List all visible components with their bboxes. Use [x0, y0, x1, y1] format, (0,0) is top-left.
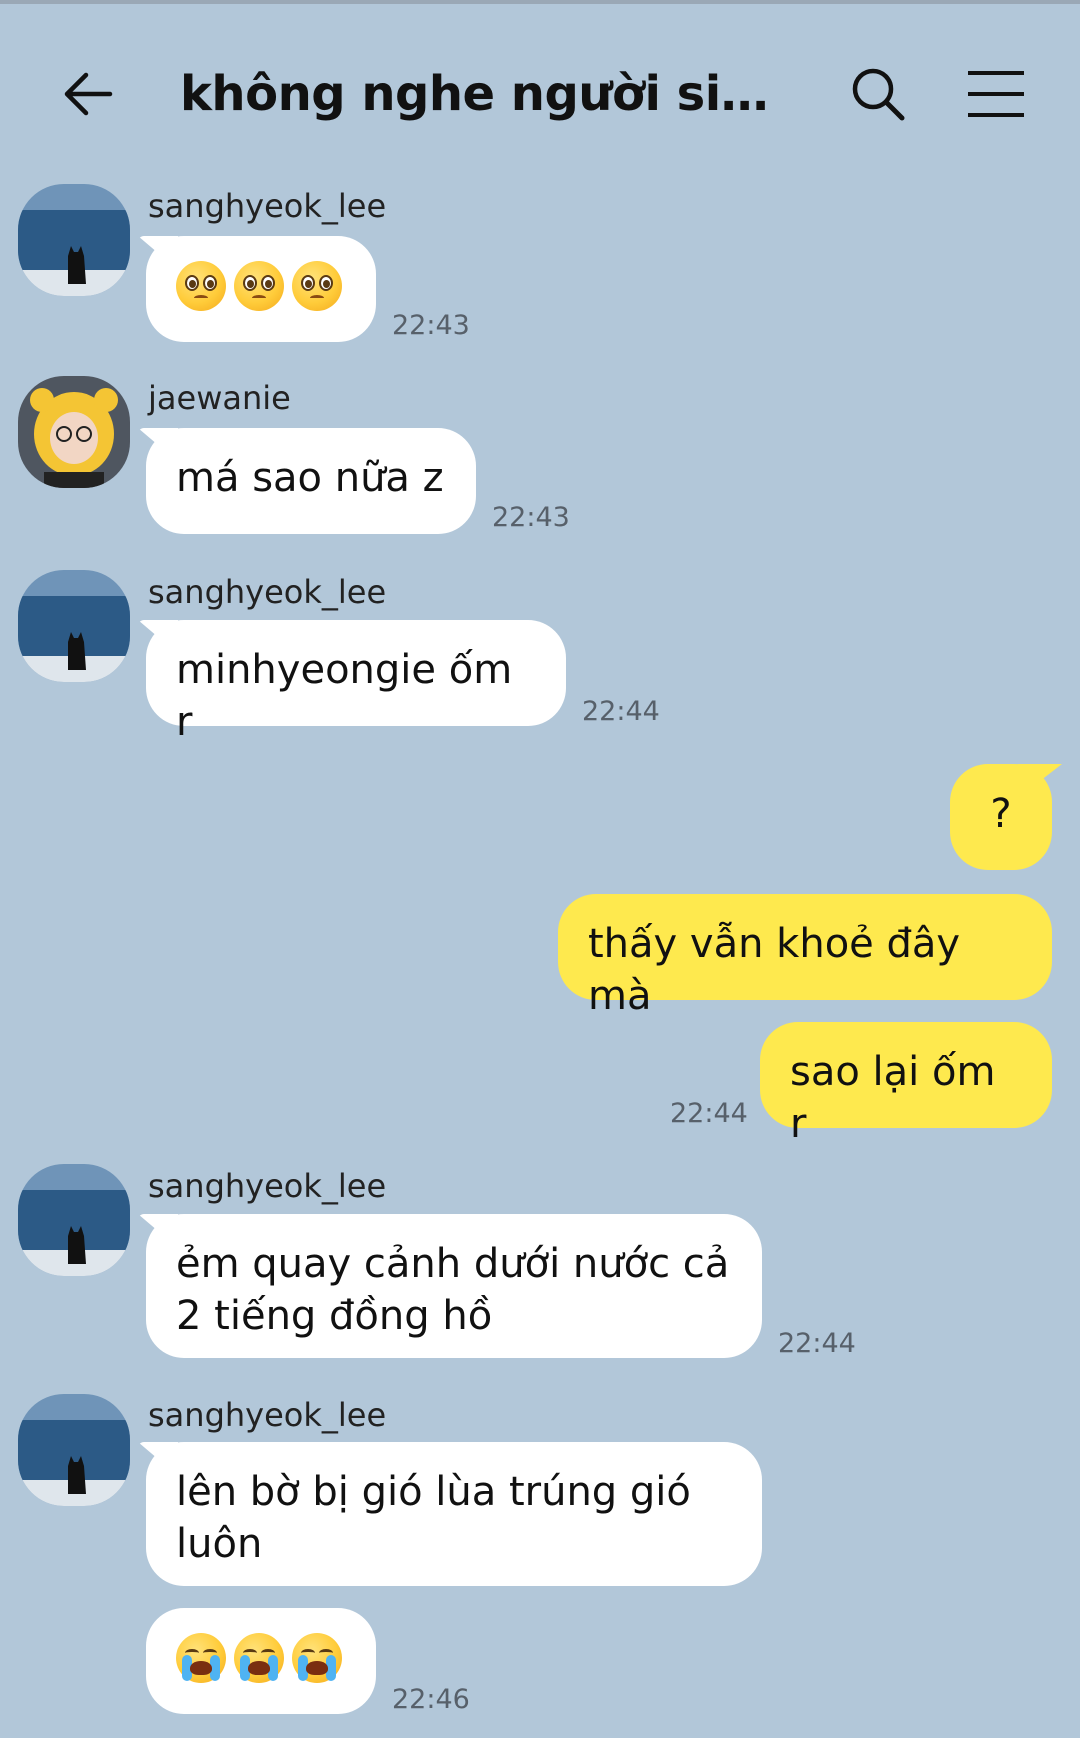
message-bubble[interactable]: lên bờ bị gió lùa trúng gió luôn [146, 1442, 762, 1586]
message-text: minhyeongie ốm r [176, 647, 513, 745]
message-text: sao lại ốm r [790, 1049, 996, 1147]
message-text-line: ẻm quay cảnh dưới nước cả [176, 1241, 730, 1287]
avatar-person-image [18, 376, 130, 488]
avatar[interactable] [18, 376, 130, 488]
message-text-line: lên bờ bị gió lùa trúng gió [176, 1469, 691, 1515]
avatar[interactable] [18, 1394, 130, 1506]
message-time: 22:44 [670, 1098, 748, 1129]
chat-header: không nghe người simp... [0, 4, 1080, 164]
emoji-row [176, 260, 346, 312]
loudly-crying-face-icon [234, 1633, 284, 1683]
message-text: ? [990, 791, 1012, 837]
message-time: 22:44 [582, 696, 660, 727]
message-time: 22:43 [492, 502, 570, 533]
message-text-line: luôn [176, 1521, 263, 1567]
sender-name: sanghyeok_lee [148, 573, 387, 611]
avatar[interactable] [18, 570, 130, 682]
sender-name: jaewanie [148, 379, 291, 417]
message-time: 22:44 [778, 1328, 856, 1359]
message-bubble-outgoing[interactable]: thấy vẫn khoẻ đây mà [558, 894, 1052, 1019]
pleading-face-icon [176, 261, 226, 311]
loudly-crying-face-icon [292, 1633, 342, 1683]
message-text: má sao nữa z [176, 455, 444, 501]
message-bubble-outgoing[interactable]: ? [950, 764, 1052, 870]
back-button[interactable] [50, 56, 126, 132]
message-text-line: 2 tiếng đồng hồ [176, 1293, 493, 1339]
chat-title: không nghe người simp... [180, 66, 800, 122]
pleading-face-icon [292, 261, 342, 311]
emoji-row [176, 1632, 346, 1684]
message-bubble[interactable] [146, 1608, 376, 1714]
sender-name: sanghyeok_lee [148, 187, 387, 225]
loudly-crying-face-icon [176, 1633, 226, 1683]
message-bubble[interactable]: minhyeongie ốm r [146, 620, 566, 745]
message-bubble[interactable]: má sao nữa z [146, 428, 476, 534]
avatar[interactable] [18, 1164, 130, 1276]
sender-name: sanghyeok_lee [148, 1396, 387, 1434]
message-bubble[interactable] [146, 236, 376, 342]
hamburger-menu-icon [968, 71, 1024, 117]
sender-name: sanghyeok_lee [148, 1167, 387, 1205]
avatar-sea-cat-image [18, 570, 130, 682]
pleading-face-icon [234, 261, 284, 311]
message-bubble[interactable]: ẻm quay cảnh dưới nước cả 2 tiếng đồng h… [146, 1214, 762, 1358]
search-button[interactable] [840, 56, 916, 132]
avatar-sea-cat-image [18, 1164, 130, 1276]
avatar-sea-cat-image [18, 184, 130, 296]
message-time: 22:46 [392, 1684, 470, 1715]
message-bubble-outgoing[interactable]: sao lại ốm r [760, 1022, 1052, 1147]
message-text: thấy vẫn khoẻ đây mà [588, 921, 961, 1019]
message-time: 22:43 [392, 310, 470, 341]
avatar-sea-cat-image [18, 1394, 130, 1506]
menu-button[interactable] [958, 56, 1034, 132]
arrow-left-icon [64, 72, 113, 116]
search-icon [852, 68, 905, 121]
avatar[interactable] [18, 184, 130, 296]
